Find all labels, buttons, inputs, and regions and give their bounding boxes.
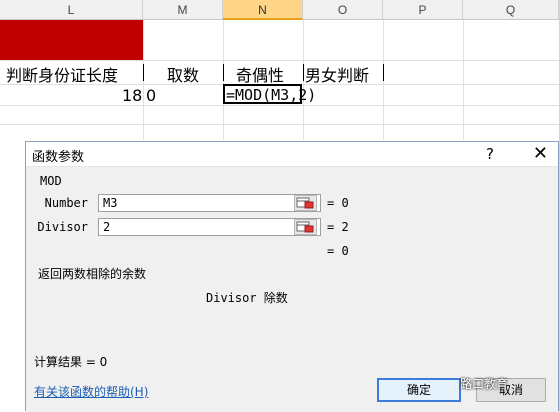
grid-line xyxy=(0,60,559,61)
collapse-dialog-icon[interactable] xyxy=(294,219,317,235)
close-icon[interactable]: ✕ xyxy=(533,143,548,164)
column-header-q[interactable]: Q xyxy=(463,0,559,20)
function-name: MOD xyxy=(40,174,62,188)
watermark-text: 路口教育 xyxy=(460,377,509,391)
number-label: Number xyxy=(44,196,88,210)
cell-m-value[interactable]: 0 xyxy=(146,86,156,105)
collapse-dialog-icon[interactable] xyxy=(294,195,317,211)
dialog-title: 函数参数 xyxy=(32,150,85,165)
cell-l-value[interactable]: 18 xyxy=(122,86,142,105)
function-arguments-dialog: 函数参数 ? ✕ MOD Number M3 = 0 Divisor 2 = 2… xyxy=(25,141,559,412)
grid-line xyxy=(0,105,559,106)
tab-mark xyxy=(223,64,224,81)
column-header-l[interactable]: L xyxy=(0,0,143,20)
grid-line xyxy=(463,20,464,140)
tab-mark xyxy=(383,64,384,81)
function-help-link[interactable]: 有关该函数的帮助(H) xyxy=(34,383,148,400)
column-header-m[interactable]: M xyxy=(143,0,223,20)
cell-m-header[interactable]: 取数 xyxy=(167,62,199,86)
tab-mark xyxy=(143,64,144,81)
cell-n-formula[interactable]: =MOD(M3,2) xyxy=(226,86,316,104)
dialog-titlebar[interactable]: 函数参数 ? ✕ xyxy=(26,142,558,167)
grid-line xyxy=(0,124,559,125)
column-header-p[interactable]: P xyxy=(383,0,463,20)
cell-l-header[interactable]: 判断身份证长度 xyxy=(6,62,118,86)
calculation-result: 计算结果 = 0 xyxy=(34,355,108,369)
number-result: = 0 xyxy=(327,196,349,210)
divisor-result: = 2 xyxy=(327,220,349,234)
function-description: 返回两数相除的余数 xyxy=(38,267,147,281)
tab-mark xyxy=(303,64,304,81)
help-icon[interactable]: ? xyxy=(486,145,494,163)
cell-o-header[interactable]: 男女判断 xyxy=(305,62,369,86)
overall-result: = 0 xyxy=(327,244,349,258)
ok-button[interactable]: 确定 xyxy=(377,378,461,402)
number-input[interactable]: M3 xyxy=(98,194,321,212)
divisor-input[interactable]: 2 xyxy=(98,218,321,236)
divisor-label: Divisor xyxy=(37,220,88,234)
red-fill-cell xyxy=(0,20,143,60)
column-header-o[interactable]: O xyxy=(303,0,383,20)
column-header-n[interactable]: N xyxy=(223,0,303,20)
cell-n-header[interactable]: 奇偶性 xyxy=(236,62,284,86)
parameter-description: Divisor 除数 xyxy=(206,291,288,305)
